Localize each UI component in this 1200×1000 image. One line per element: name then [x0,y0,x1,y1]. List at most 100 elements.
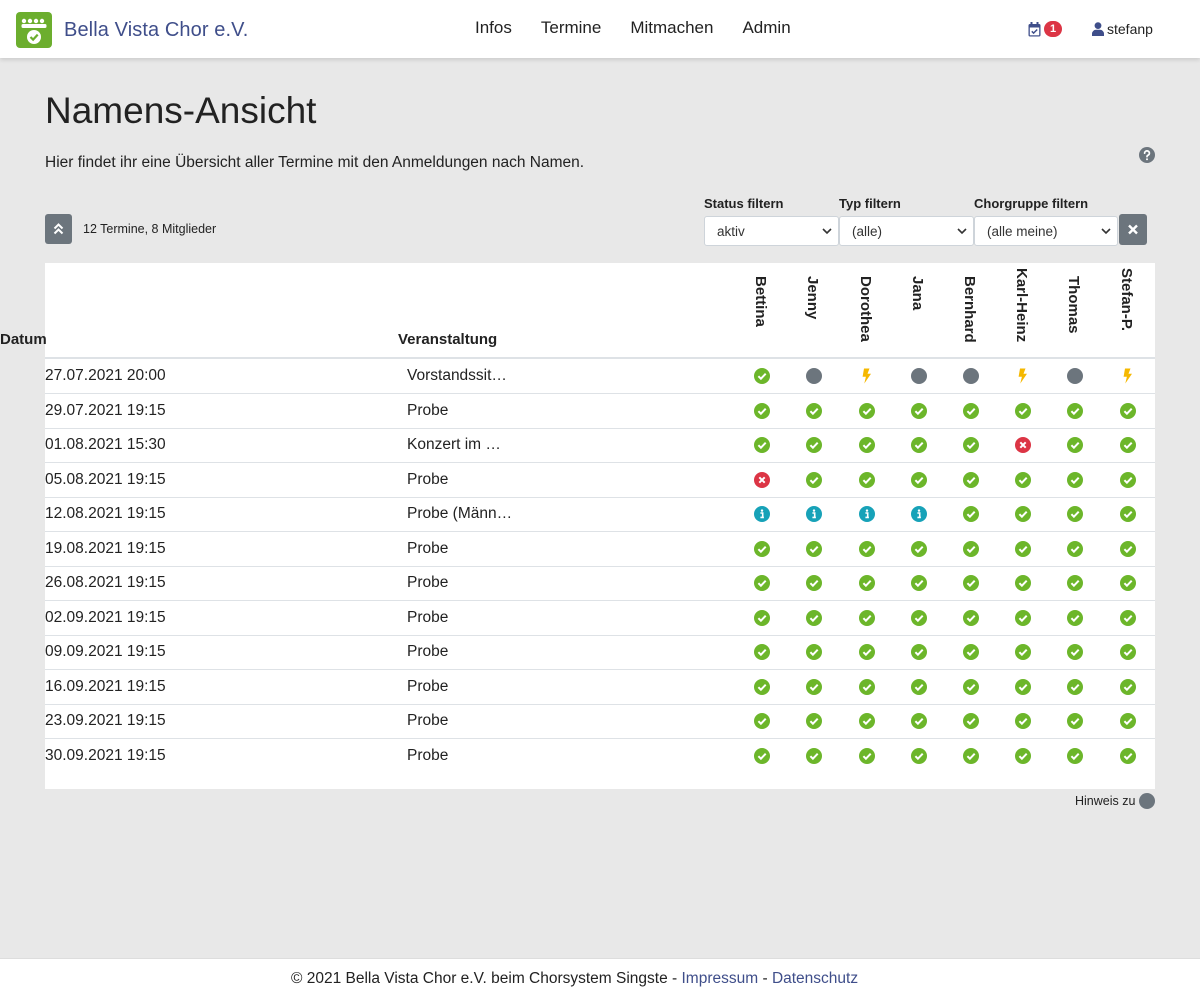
status-yes-icon[interactable] [1120,748,1136,764]
event-title[interactable]: Probe [407,471,448,489]
status-yes-icon[interactable] [806,713,822,729]
status-yes-icon[interactable] [1015,403,1031,419]
status-yes-icon[interactable] [1067,575,1083,591]
group-filter-select[interactable]: (alle meine) [974,216,1118,246]
status-yes-icon[interactable] [1120,437,1136,453]
status-none-icon[interactable] [1067,368,1083,384]
status-yes-icon[interactable] [806,610,822,626]
table-row[interactable]: 12.08.2021 19:15 Probe (Männ… [45,497,1155,532]
status-yes-icon[interactable] [911,403,927,419]
status-none-icon[interactable] [963,368,979,384]
status-yes-icon[interactable] [1067,713,1083,729]
status-yes-icon[interactable] [911,541,927,557]
status-yes-icon[interactable] [859,541,875,557]
table-row[interactable]: 09.09.2021 19:15 Probe [45,635,1155,670]
status-yes-icon[interactable] [911,748,927,764]
status-yes-icon[interactable] [806,437,822,453]
type-filter-select[interactable]: (alle) [839,216,974,246]
status-yes-icon[interactable] [1120,472,1136,488]
status-yes-icon[interactable] [859,748,875,764]
status-yes-icon[interactable] [963,403,979,419]
table-row[interactable]: 01.08.2021 15:30 Konzert im … [45,428,1155,463]
status-yes-icon[interactable] [1067,610,1083,626]
status-yes-icon[interactable] [1015,575,1031,591]
table-row[interactable]: 16.09.2021 19:15 Probe [45,670,1155,705]
event-title[interactable]: Probe (Männ… [407,505,512,523]
status-yes-icon[interactable] [754,713,770,729]
status-yes-icon[interactable] [1015,748,1031,764]
nav-admin[interactable]: Admin [742,18,790,38]
status-yes-icon[interactable] [859,472,875,488]
status-yes-icon[interactable] [963,610,979,626]
status-bolt-icon[interactable] [859,368,875,384]
status-yes-icon[interactable] [1120,610,1136,626]
status-yes-icon[interactable] [859,437,875,453]
status-yes-icon[interactable] [1015,644,1031,660]
status-yes-icon[interactable] [963,575,979,591]
status-yes-icon[interactable] [911,472,927,488]
status-yes-icon[interactable] [754,575,770,591]
status-yes-icon[interactable] [911,610,927,626]
table-row[interactable]: 02.09.2021 19:15 Probe [45,601,1155,636]
status-yes-icon[interactable] [1120,403,1136,419]
status-yes-icon[interactable] [754,403,770,419]
status-info-icon[interactable] [806,506,822,522]
event-title[interactable]: Probe [407,540,448,558]
status-info-icon[interactable] [859,506,875,522]
status-yes-icon[interactable] [911,437,927,453]
table-row[interactable]: 30.09.2021 19:15 Probe [45,739,1155,774]
status-yes-icon[interactable] [963,748,979,764]
status-yes-icon[interactable] [1015,679,1031,695]
event-title[interactable]: Konzert im … [407,436,501,454]
status-yes-icon[interactable] [911,575,927,591]
nav-termine[interactable]: Termine [541,18,601,38]
event-title[interactable]: Probe [407,609,448,627]
status-yes-icon[interactable] [1015,506,1031,522]
calendar-notifications[interactable]: 1 [1028,21,1063,37]
status-no-icon[interactable] [1015,437,1031,453]
status-yes-icon[interactable] [1067,437,1083,453]
status-yes-icon[interactable] [963,679,979,695]
status-yes-icon[interactable] [806,575,822,591]
event-title[interactable]: Probe [407,643,448,661]
status-yes-icon[interactable] [1067,506,1083,522]
status-yes-icon[interactable] [1015,610,1031,626]
status-yes-icon[interactable] [1120,713,1136,729]
status-yes-icon[interactable] [754,644,770,660]
status-yes-icon[interactable] [806,541,822,557]
status-bolt-icon[interactable] [1120,368,1136,384]
status-yes-icon[interactable] [963,644,979,660]
table-row[interactable]: 26.08.2021 19:15 Probe [45,566,1155,601]
status-yes-icon[interactable] [1120,506,1136,522]
impressum-link[interactable]: Impressum [682,970,759,987]
status-yes-icon[interactable] [1067,472,1083,488]
status-yes-icon[interactable] [1120,575,1136,591]
event-title[interactable]: Probe [407,574,448,592]
status-yes-icon[interactable] [1067,644,1083,660]
status-yes-icon[interactable] [963,713,979,729]
status-yes-icon[interactable] [754,541,770,557]
event-title[interactable]: Vorstandssit… [407,367,507,385]
status-yes-icon[interactable] [963,472,979,488]
status-yes-icon[interactable] [806,679,822,695]
status-yes-icon[interactable] [1015,541,1031,557]
collapse-button[interactable] [45,214,72,244]
event-title[interactable]: Probe [407,402,448,420]
status-yes-icon[interactable] [754,437,770,453]
status-yes-icon[interactable] [806,472,822,488]
datenschutz-link[interactable]: Datenschutz [772,970,858,987]
status-yes-icon[interactable] [806,748,822,764]
status-yes-icon[interactable] [859,403,875,419]
status-yes-icon[interactable] [754,748,770,764]
status-yes-icon[interactable] [1067,541,1083,557]
event-title[interactable]: Probe [407,747,448,765]
user-menu[interactable]: stefanp [1092,21,1153,37]
status-yes-icon[interactable] [859,644,875,660]
status-yes-icon[interactable] [754,368,770,384]
status-yes-icon[interactable] [963,541,979,557]
status-yes-icon[interactable] [806,403,822,419]
status-yes-icon[interactable] [963,506,979,522]
status-none-icon[interactable] [806,368,822,384]
status-yes-icon[interactable] [859,679,875,695]
table-row[interactable]: 27.07.2021 20:00 Vorstandssit… [45,359,1155,394]
